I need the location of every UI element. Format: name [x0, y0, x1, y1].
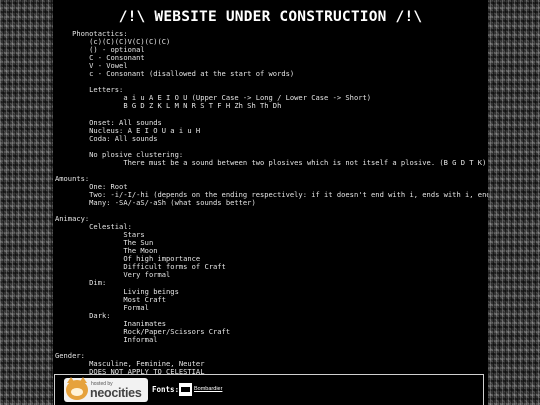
neocities-label: neocities [90, 386, 142, 400]
content-line: Formal [55, 302, 149, 312]
content-line: Coda: All sounds [55, 133, 158, 143]
neocities-cat-icon [66, 377, 88, 400]
footer-bar: hosted by neocities Fonts: Bombardier [54, 374, 484, 405]
content-line: Very formal [55, 270, 171, 280]
background-texture-right [484, 0, 540, 405]
content-line: B G D Z K L M N R S T F H Zh Sh Th Dh [55, 101, 282, 111]
content-line: c - Consonant (disallowed at the start o… [55, 69, 295, 79]
background-texture-left [0, 0, 56, 405]
content-line [55, 344, 488, 352]
font-logo-icon[interactable] [179, 383, 192, 396]
conlang-notes: Phonotactics: (c)(C)(C)V(C)(C)(C) () - o… [55, 29, 488, 376]
content-line [55, 207, 488, 215]
content-line: Many: -SA/-aS/-aSh (what sounds better) [55, 197, 256, 207]
fonts-label: Fonts: [152, 385, 180, 394]
font-credit-link[interactable]: Bombardier [194, 386, 222, 392]
content-line: There must be a sound between two plosiv… [55, 157, 487, 167]
content-line: Informal [55, 334, 158, 344]
content-line [55, 167, 488, 175]
neocities-badge-link[interactable]: hosted by neocities [64, 377, 148, 402]
main-content: /!\ WEBSITE UNDER CONSTRUCTION /!\ Phono… [53, 0, 488, 405]
